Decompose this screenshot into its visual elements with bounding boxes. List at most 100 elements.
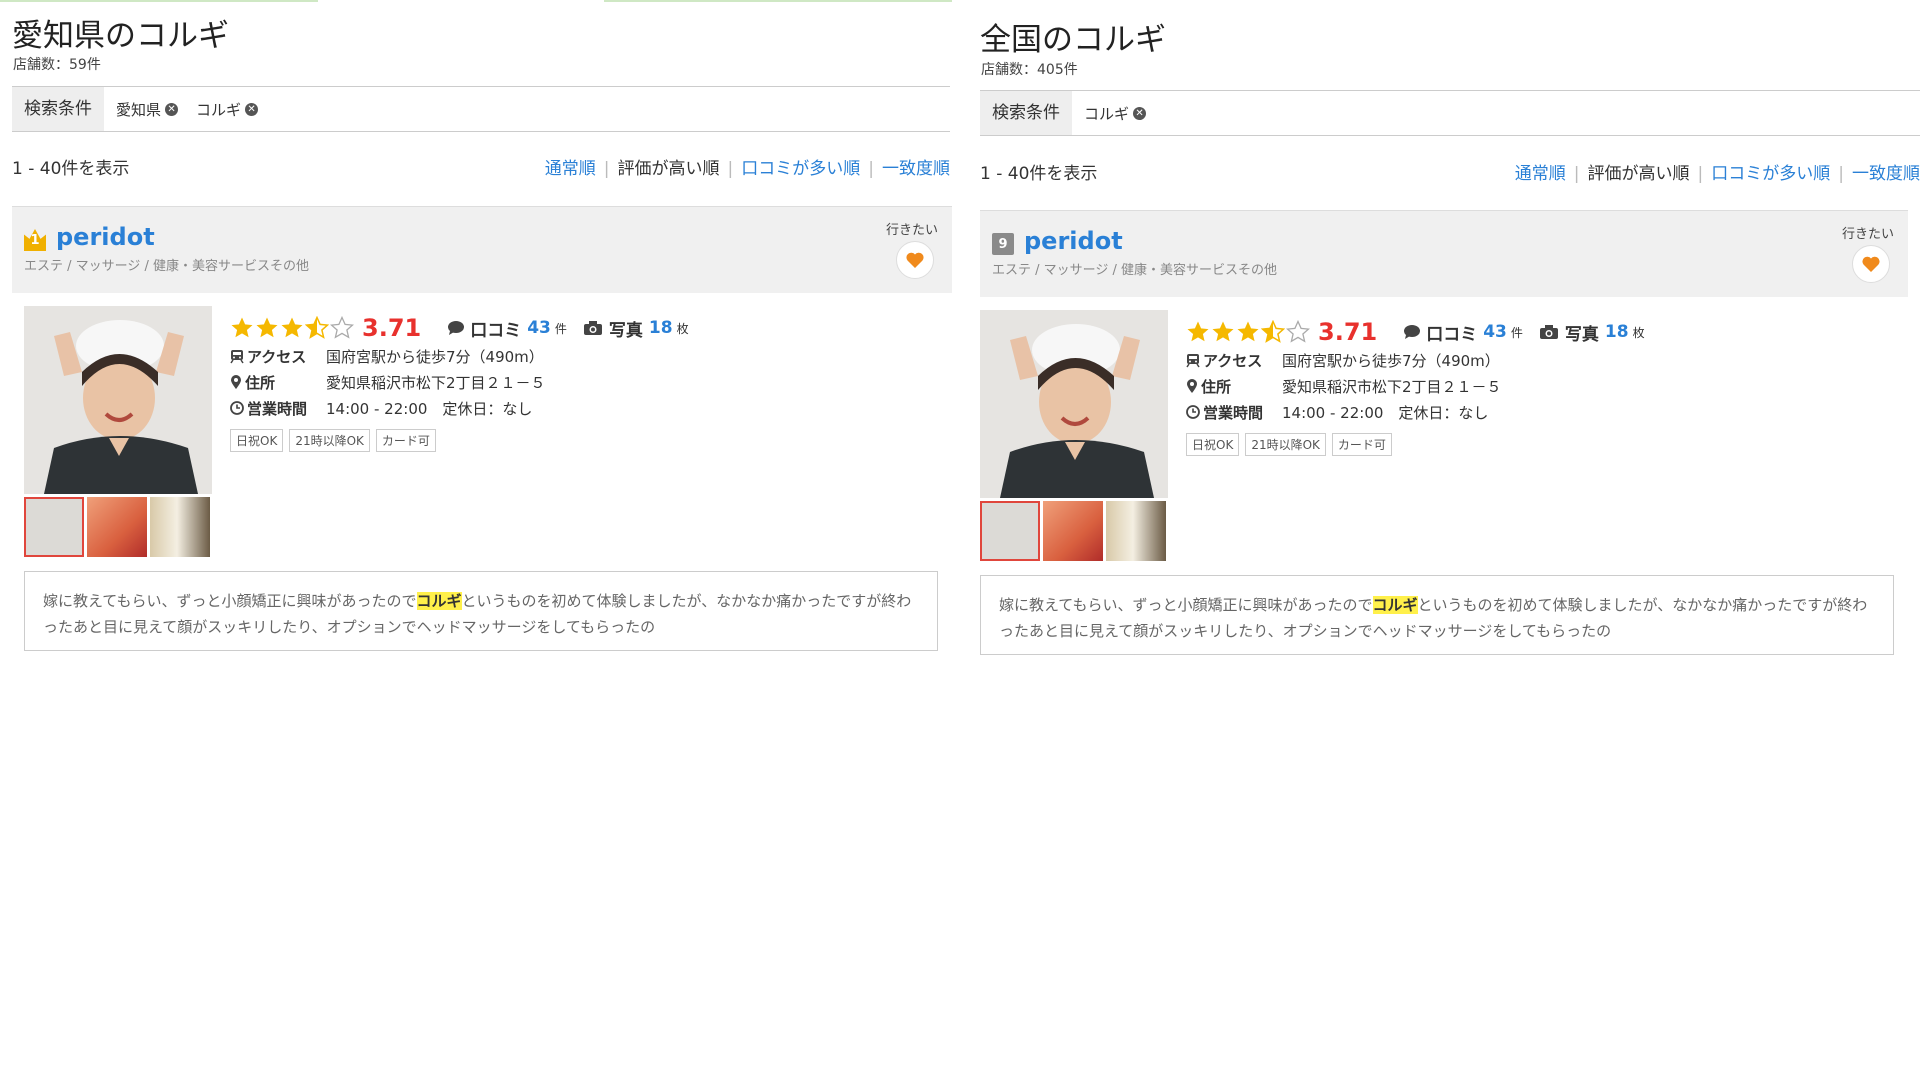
filter-chip-korugi[interactable]: コルギ ✕	[196, 99, 259, 120]
feature-tag: 21時以降OK	[1245, 433, 1326, 456]
sort-rating-link[interactable]: 評価が高い順	[618, 159, 720, 179]
result-header: 1 peridot エステ / マッサージ / 健康・美容サービスその他 行きた…	[12, 206, 952, 293]
address-text: 愛知県稲沢市松下2丁目２１－５	[326, 373, 546, 392]
want-to-go-label: 行きたい	[1841, 227, 1894, 242]
sort-reviews-link[interactable]: 口コミが多い順	[1711, 164, 1830, 184]
sort-reviews-link[interactable]: 口コミが多い順	[741, 159, 860, 179]
feature-tags: 日祝OK 21時以降OK カード可	[230, 429, 930, 452]
result-range: 1 - 40件を表示	[12, 159, 130, 179]
page-title: 愛知県のコルギ	[12, 18, 229, 54]
keyword-highlight: コルギ	[416, 592, 462, 610]
feature-tag: カード可	[1331, 433, 1392, 456]
store-count: 店舗数：405件	[981, 62, 1078, 78]
clock-icon	[1186, 405, 1200, 419]
photo-thumbnail[interactable]	[150, 497, 210, 557]
person-photo-image	[24, 306, 212, 494]
empty-star-icon	[330, 316, 354, 339]
shop-category: エステ / マッサージ / 健康・美容サービスその他	[24, 259, 310, 274]
filter-chip-korugi[interactable]: コルギ ✕	[1084, 103, 1147, 124]
photo-thumbnail[interactable]	[1106, 501, 1166, 561]
search-conditions-label: 検索条件	[12, 87, 104, 131]
half-star-icon	[305, 316, 329, 339]
comment-icon	[448, 321, 465, 335]
want-to-go-button[interactable]	[1852, 245, 1890, 283]
shop-info: 3.71 口コミ 43 件 写真 18 枚 アクセス 国府宮駅から徒歩7分（49…	[1186, 317, 1886, 456]
feature-tag: カード可	[375, 429, 436, 452]
photo-thumbnail[interactable]	[87, 497, 147, 557]
search-conditions-label: 検索条件	[980, 91, 1072, 135]
filter-chip-aichi[interactable]: 愛知県 ✕	[116, 99, 179, 120]
half-star-icon	[1261, 320, 1285, 343]
sort-match-link[interactable]: 一致度順	[1852, 164, 1920, 184]
top-accent-line	[604, 0, 952, 2]
heart-icon	[1862, 256, 1880, 272]
photo-thumbnail[interactable]	[1043, 501, 1103, 561]
shop-name-link[interactable]: peridot	[56, 223, 155, 251]
feature-tag: 日祝OK	[1186, 433, 1240, 456]
photo-count-link[interactable]: 写真 18 枚	[1539, 320, 1645, 345]
rating-score: 3.71	[362, 314, 422, 342]
camera-icon	[583, 321, 602, 335]
review-count-link[interactable]: 口コミ 43 件	[1403, 320, 1523, 345]
access-text: 国府宮駅から徒歩7分（490m）	[326, 347, 544, 366]
top-accent-line	[0, 0, 318, 2]
sort-match-link[interactable]: 一致度順	[882, 159, 950, 179]
review-snippet[interactable]: 嫁に教えてもらい、ずっと小顔矯正に興味があったのでコルギというものを初めて体験し…	[24, 571, 938, 651]
photo-thumbnail[interactable]	[24, 497, 84, 557]
sort-options: 通常順 | 評価が高い順 | 口コミが多い順 | 一致度順	[544, 159, 950, 179]
keyword-highlight: コルギ	[1372, 596, 1418, 614]
page-title: 全国のコルギ	[980, 22, 1166, 58]
want-to-go-button[interactable]	[896, 241, 934, 279]
photo-count-link[interactable]: 写真 18 枚	[583, 316, 689, 341]
star-icon	[1212, 321, 1234, 342]
feature-tags: 日祝OK 21時以降OK カード可	[1186, 433, 1886, 456]
address-row: 住所 愛知県稲沢市松下2丁目２１－５	[1186, 373, 1886, 399]
remove-chip-icon[interactable]: ✕	[165, 102, 179, 116]
result-header: 9 peridot エステ / マッサージ / 健康・美容サービスその他 行きた…	[980, 210, 1908, 297]
photo-thumbnails	[24, 497, 210, 557]
person-photo-image	[980, 310, 1168, 498]
camera-icon	[1539, 325, 1558, 339]
feature-tag: 日祝OK	[230, 429, 284, 452]
result-range: 1 - 40件を表示	[980, 164, 1098, 184]
sort-default-link[interactable]: 通常順	[1515, 164, 1566, 184]
shop-info: 3.71 口コミ 43 件 写真 18 枚 アクセス 国府宮駅から徒歩7分（49…	[230, 313, 930, 452]
star-icon	[256, 317, 278, 338]
search-conditions-bar: 検索条件 コルギ ✕	[980, 90, 1920, 136]
access-row: アクセス 国府宮駅から徒歩7分（490m）	[230, 343, 930, 369]
shop-category: エステ / マッサージ / 健康・美容サービスその他	[992, 263, 1278, 278]
clock-icon	[230, 401, 244, 415]
star-icon	[1237, 321, 1259, 342]
comment-icon	[1404, 325, 1421, 339]
rank-badge: 9	[992, 233, 1014, 255]
map-pin-icon	[1187, 378, 1197, 393]
address-row: 住所 愛知県稲沢市松下2丁目２１－５	[230, 369, 930, 395]
rating-stars	[230, 316, 354, 340]
rank-crown-icon: 1	[24, 229, 46, 251]
sort-default-link[interactable]: 通常順	[545, 159, 596, 179]
review-snippet[interactable]: 嫁に教えてもらい、ずっと小顔矯正に興味があったのでコルギというものを初めて体験し…	[980, 575, 1894, 655]
review-count-link[interactable]: 口コミ 43 件	[447, 316, 567, 341]
empty-star-icon	[1286, 320, 1310, 343]
photo-thumbnail[interactable]	[980, 501, 1040, 561]
sort-options: 通常順 | 評価が高い順 | 口コミが多い順 | 一致度順	[1514, 164, 1920, 184]
search-conditions-bar: 検索条件 愛知県 ✕ コルギ ✕	[12, 86, 950, 132]
shop-main-photo[interactable]	[24, 306, 212, 494]
photo-thumbnails	[980, 501, 1166, 561]
hours-text: 14:00 - 22:00 定休日：なし	[326, 399, 533, 418]
sort-rating-link[interactable]: 評価が高い順	[1588, 164, 1690, 184]
heart-icon	[906, 252, 924, 268]
remove-chip-icon[interactable]: ✕	[1133, 106, 1147, 120]
hours-row: 営業時間 14:00 - 22:00 定休日：なし	[230, 395, 930, 421]
star-icon	[281, 317, 303, 338]
shop-main-photo[interactable]	[980, 310, 1168, 498]
store-count: 店舗数：59件	[13, 57, 101, 73]
star-icon	[1187, 321, 1209, 342]
train-icon	[230, 349, 244, 363]
map-pin-icon	[231, 374, 241, 389]
hours-text: 14:00 - 22:00 定休日：なし	[1282, 403, 1489, 422]
star-icon	[231, 317, 253, 338]
shop-name-link[interactable]: peridot	[1024, 227, 1123, 255]
remove-chip-icon[interactable]: ✕	[245, 102, 259, 116]
access-row: アクセス 国府宮駅から徒歩7分（490m）	[1186, 347, 1886, 373]
